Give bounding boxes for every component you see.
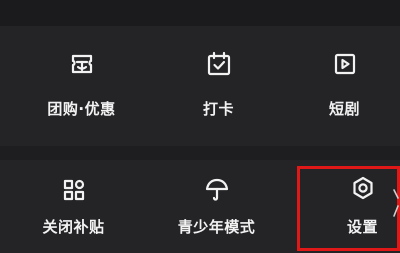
teen-mode-button[interactable]: 青少年模式	[150, 172, 283, 252]
teen-mode-label: 青少年模式	[177, 218, 256, 236]
settings-highlight-box	[297, 166, 400, 251]
calendar-check-icon	[205, 50, 233, 78]
close-subsidy-button[interactable]: 关闭补贴	[7, 172, 140, 252]
umbrella-icon	[203, 176, 231, 204]
close-subsidy-label: 关闭补贴	[42, 218, 105, 236]
partial-edge-icon	[392, 186, 400, 226]
top-strip	[0, 0, 400, 26]
group-buy-discount-label: 团购·优惠	[47, 100, 116, 118]
grid-apps-icon	[60, 176, 88, 204]
group-buy-tag-icon	[68, 50, 96, 78]
play-video-icon	[331, 50, 359, 78]
group-buy-discount-button[interactable]: 团购·优惠	[15, 46, 148, 126]
check-in-label: 打卡	[202, 100, 234, 118]
short-drama-button[interactable]: 短剧	[278, 46, 400, 126]
short-drama-label: 短剧	[328, 100, 360, 118]
check-in-button[interactable]: 打卡	[152, 46, 285, 126]
